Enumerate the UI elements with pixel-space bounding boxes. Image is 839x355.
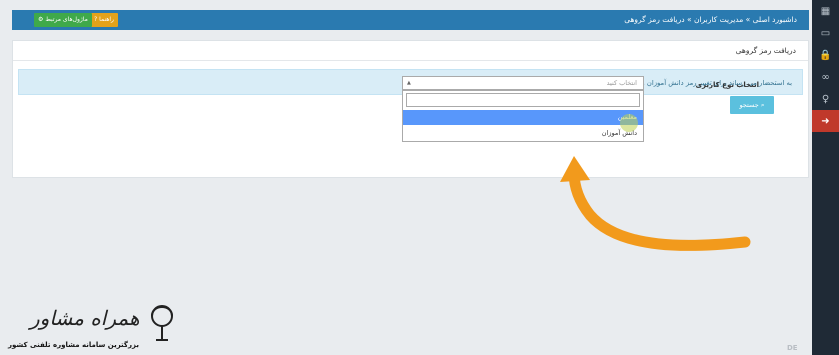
footer-mark: DE (787, 344, 798, 352)
watermark-title: همراه مشاور (30, 306, 140, 330)
watermark-subtitle: بزرگترین سامانه مشاوره تلفنی کشور (8, 341, 139, 349)
headset-logo-icon (151, 305, 173, 341)
watermark: همراه مشاور بزرگترین سامانه مشاوره تلفنی… (8, 296, 208, 354)
annotation-arrow-curve (568, 166, 751, 251)
annotation-arrow-head (560, 156, 590, 182)
